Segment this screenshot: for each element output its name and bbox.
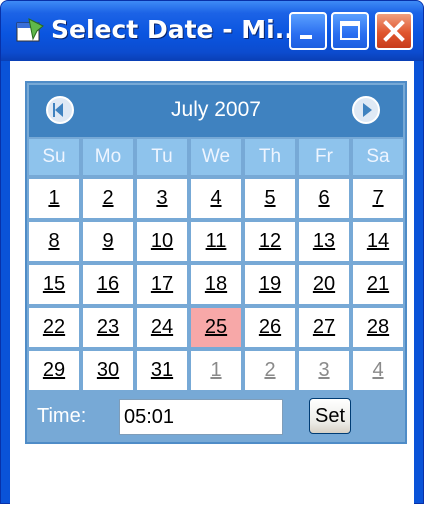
window-title: Select Date - Mi... xyxy=(51,15,304,44)
weekday-label: Tu xyxy=(137,139,187,175)
day-cell[interactable]: 10 xyxy=(137,222,187,261)
day-cell[interactable]: 3 xyxy=(137,179,187,218)
day-cell[interactable]: 13 xyxy=(299,222,349,261)
day-cell-next-month[interactable]: 4 xyxy=(353,351,403,390)
calendar: July 2007 Su Mo Tu We Th Fr Sa 1 2 3 4 5 6 7 8 9 10 11 12… xyxy=(25,81,407,444)
time-row: Time: Set xyxy=(29,395,403,439)
day-cell[interactable]: 12 xyxy=(245,222,295,261)
day-cell[interactable]: 7 xyxy=(353,179,403,218)
day-cell[interactable]: 16 xyxy=(83,265,133,304)
day-cell[interactable]: 11 xyxy=(191,222,241,261)
day-cell[interactable]: 19 xyxy=(245,265,295,304)
day-cell[interactable]: 6 xyxy=(299,179,349,218)
day-cell[interactable]: 28 xyxy=(353,308,403,347)
time-label: Time: xyxy=(37,405,87,427)
title-bar[interactable]: Select Date - Mi... xyxy=(1,1,423,61)
maximize-button[interactable] xyxy=(331,12,369,50)
time-input[interactable] xyxy=(119,399,283,435)
day-cell[interactable]: 8 xyxy=(29,222,79,261)
day-cell[interactable]: 17 xyxy=(137,265,187,304)
day-cell[interactable]: 29 xyxy=(29,351,79,390)
weekday-label: Fr xyxy=(299,139,349,175)
day-cell-today[interactable]: 25 xyxy=(191,308,241,347)
close-icon xyxy=(383,20,405,42)
day-cell[interactable]: 20 xyxy=(299,265,349,304)
day-cell[interactable]: 27 xyxy=(299,308,349,347)
day-cell[interactable]: 18 xyxy=(191,265,241,304)
minimize-button[interactable] xyxy=(289,12,327,50)
day-cell[interactable]: 23 xyxy=(83,308,133,347)
minimize-icon xyxy=(300,35,312,39)
day-cell[interactable]: 30 xyxy=(83,351,133,390)
day-cell[interactable]: 26 xyxy=(245,308,295,347)
day-cell[interactable]: 1 xyxy=(29,179,79,218)
window-app-icon xyxy=(15,17,45,45)
maximize-icon xyxy=(340,21,360,40)
calendar-header: July 2007 xyxy=(29,85,403,137)
close-button[interactable] xyxy=(375,12,413,50)
day-cell[interactable]: 9 xyxy=(83,222,133,261)
set-button[interactable]: Set xyxy=(309,398,351,434)
day-cell[interactable]: 4 xyxy=(191,179,241,218)
weekday-header-row: Su Mo Tu We Th Fr Sa xyxy=(29,139,403,175)
weekday-label: Sa xyxy=(353,139,403,175)
chevron-right-circle-icon[interactable] xyxy=(351,95,381,125)
weekday-label: We xyxy=(191,139,241,175)
weekday-label: Su xyxy=(29,139,79,175)
day-cell[interactable]: 15 xyxy=(29,265,79,304)
day-cell-next-month[interactable]: 3 xyxy=(299,351,349,390)
weekday-label: Th xyxy=(245,139,295,175)
day-cell[interactable]: 21 xyxy=(353,265,403,304)
day-cell[interactable]: 31 xyxy=(137,351,187,390)
day-cell-next-month[interactable]: 2 xyxy=(245,351,295,390)
day-cell[interactable]: 2 xyxy=(83,179,133,218)
day-cell[interactable]: 24 xyxy=(137,308,187,347)
day-cell-next-month[interactable]: 1 xyxy=(191,351,241,390)
day-cell[interactable]: 14 xyxy=(353,222,403,261)
weekday-label: Mo xyxy=(83,139,133,175)
day-cell[interactable]: 22 xyxy=(29,308,79,347)
month-title: July 2007 xyxy=(171,98,261,121)
day-cell[interactable]: 5 xyxy=(245,179,295,218)
